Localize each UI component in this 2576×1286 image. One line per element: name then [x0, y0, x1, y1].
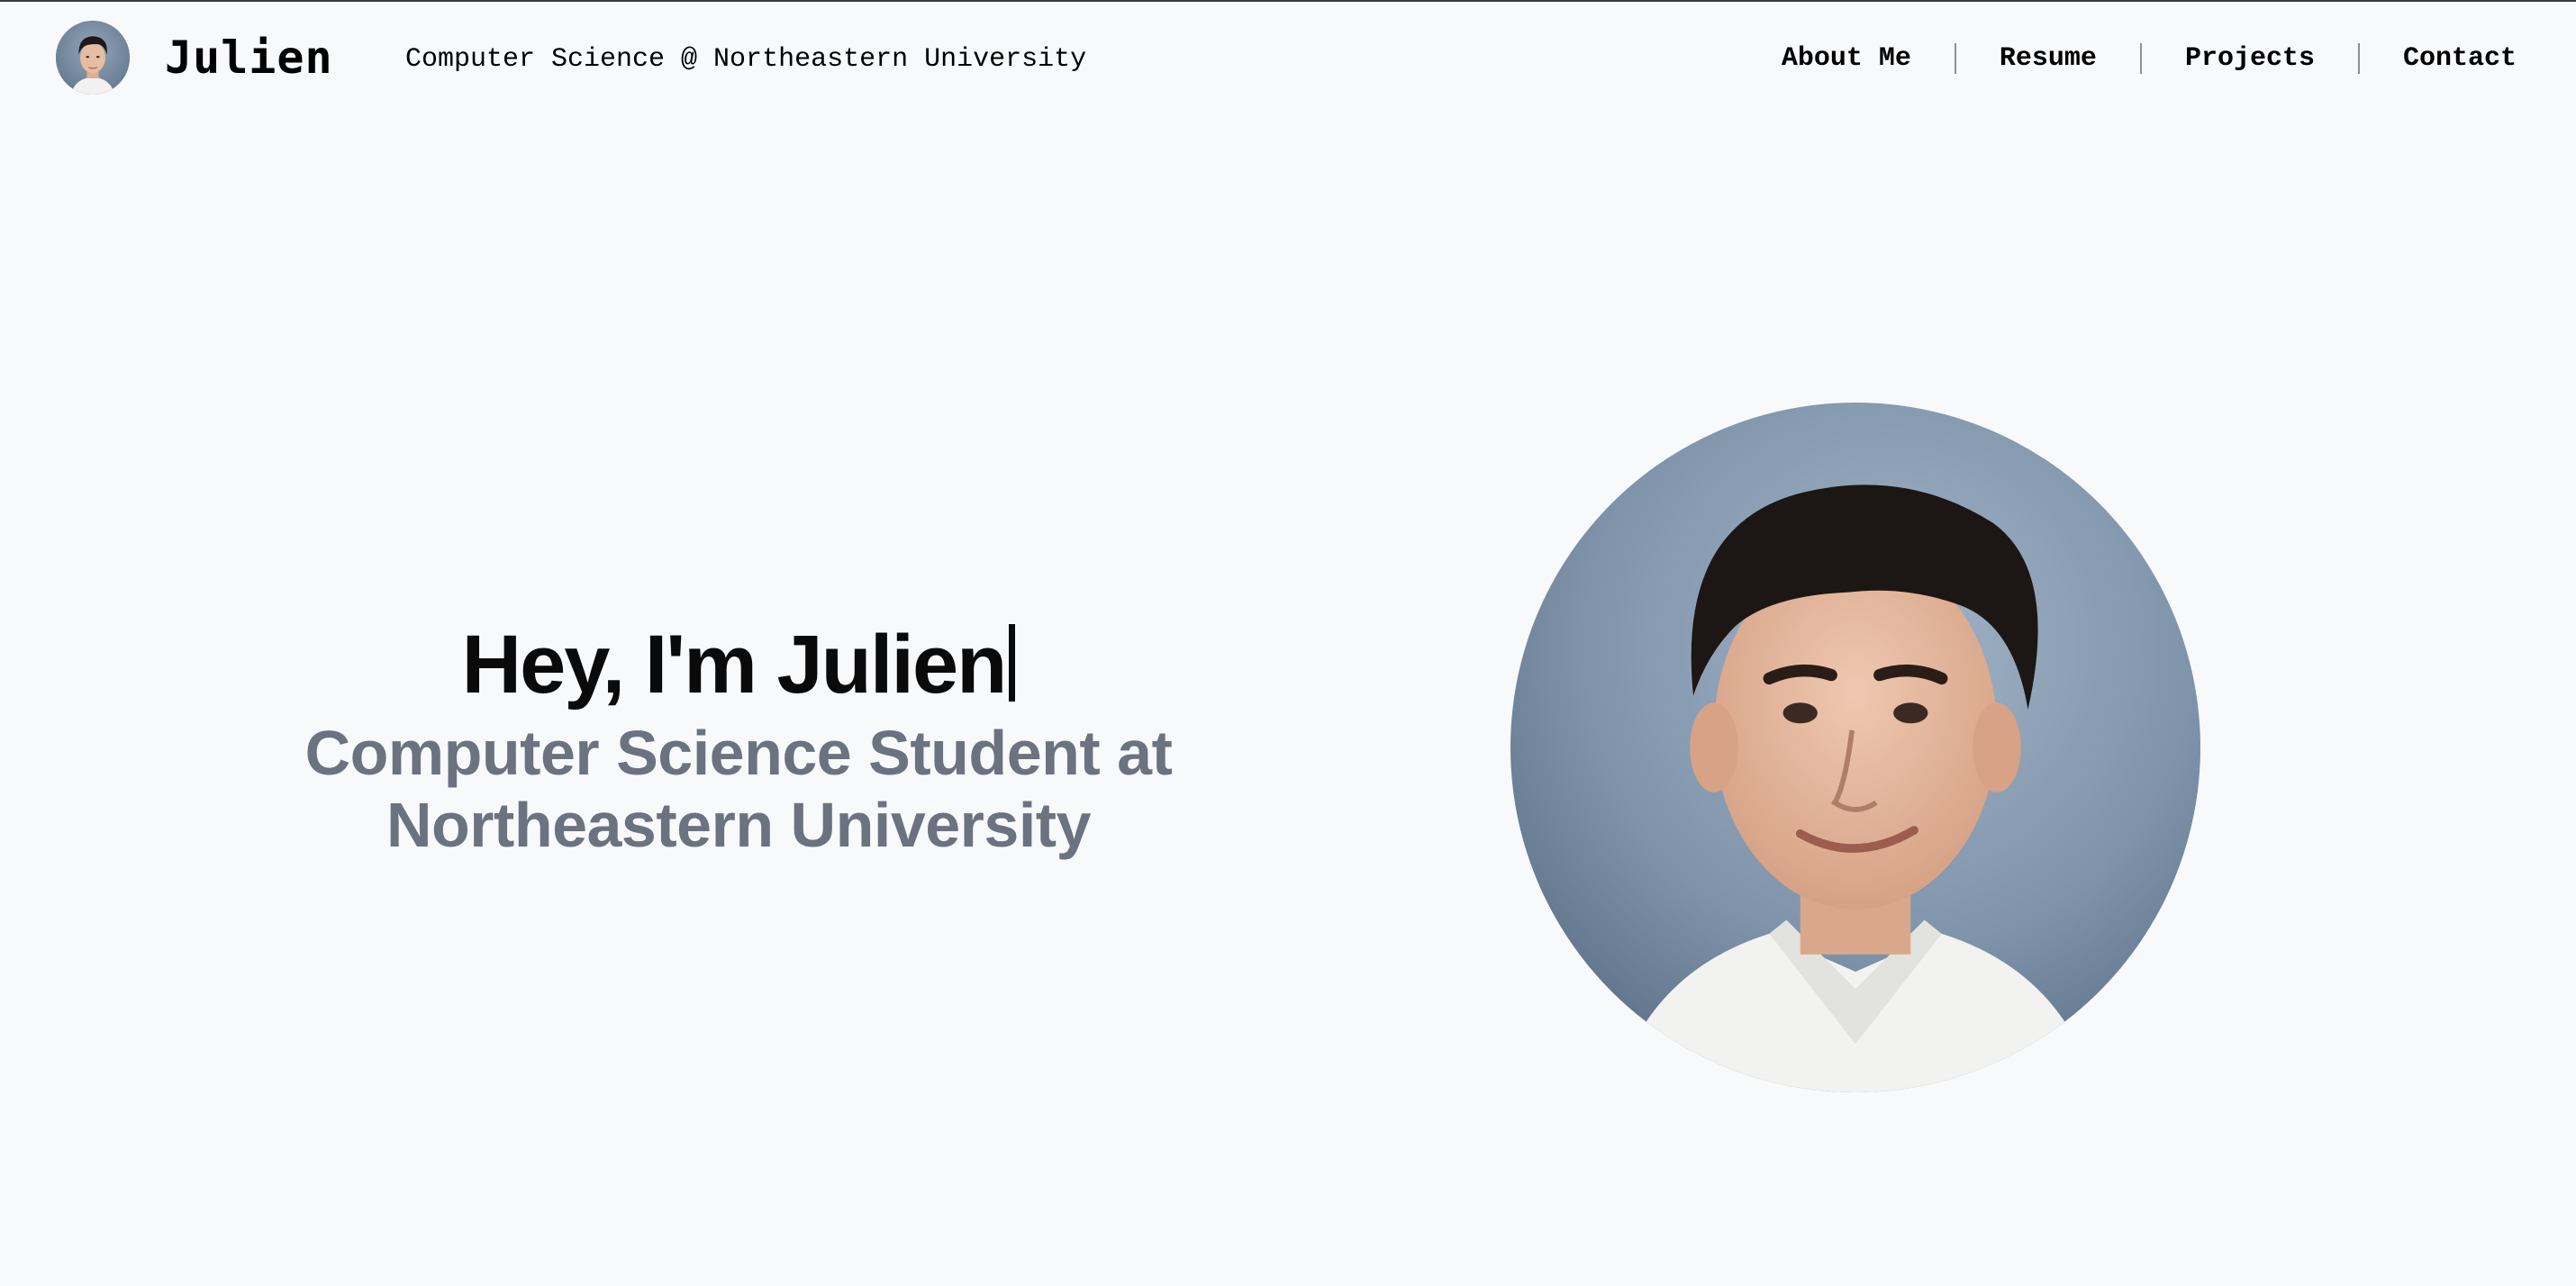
nav-link-about-me[interactable]: About Me — [1782, 36, 1911, 81]
nav-link-resume[interactable]: Resume — [2000, 36, 2097, 81]
site-header: Julien Computer Science @ Northeastern U… — [0, 0, 2576, 117]
profile-photo-icon — [1510, 403, 2200, 1092]
hero-heading: Hey, I'm Julien — [234, 612, 1243, 717]
profile-avatar-icon — [56, 21, 130, 95]
brand-tagline: Computer Science @ Northeastern Universi… — [405, 44, 1087, 75]
hero-heading-text: Hey, I'm Julien — [461, 619, 1008, 711]
typing-cursor — [1009, 624, 1016, 702]
nav-separator — [2139, 43, 2142, 74]
nav-separator — [1954, 43, 1956, 74]
hero-photo — [1510, 403, 2200, 1092]
nav-link-projects[interactable]: Projects — [2185, 36, 2315, 81]
nav-separator — [2357, 43, 2360, 74]
brand-name[interactable]: Julien — [165, 27, 333, 88]
avatar[interactable] — [56, 21, 130, 95]
main-nav: About Me Resume Projects Contact — [1782, 36, 2517, 81]
hero-subtitle: Computer Science Student at Northeastern… — [304, 718, 1173, 860]
hero-intro: Hey, I'm Julien Computer Science Student… — [234, 612, 1243, 861]
nav-link-contact[interactable]: Contact — [2403, 36, 2517, 81]
